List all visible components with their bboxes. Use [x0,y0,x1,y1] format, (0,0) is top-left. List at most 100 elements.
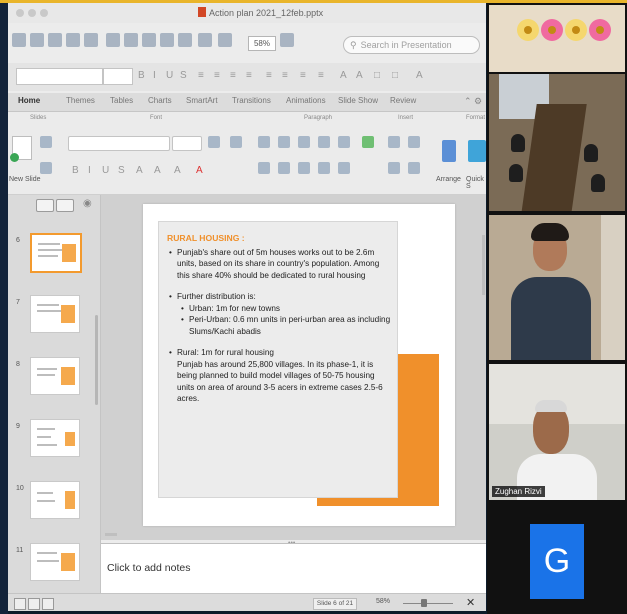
fit-to-window-icon[interactable]: ✕ [466,596,475,609]
slide-thumbnail-9[interactable] [30,419,80,457]
zoom-slider-track[interactable] [403,603,453,604]
arrange-button[interactable]: Arrange [436,176,461,183]
print-icon[interactable] [84,33,98,47]
justify-icon[interactable]: ≡ [246,70,252,81]
participant-tile-camera-1[interactable] [489,215,625,360]
slide-horizontal-scrollbar[interactable] [105,533,117,536]
copy-icon[interactable] [124,33,138,47]
slide-vertical-scrollbar[interactable] [482,235,485,295]
ribbon-justify-icon[interactable] [318,162,330,174]
font-size-field[interactable] [103,68,133,85]
search-field[interactable]: ⚲ Search in Presentation [343,36,480,54]
ribbon-change-case-icon[interactable]: A [154,165,161,176]
slide-sorter-icon[interactable] [28,598,40,610]
close-window-button[interactable] [16,9,24,17]
tab-themes[interactable]: Themes [66,96,95,105]
ribbon-align-left-icon[interactable] [258,162,270,174]
collapse-ribbon-icon[interactable]: ⌃ ⚙ [464,96,482,107]
decrease-font-icon[interactable]: A [356,70,363,81]
templates-icon[interactable] [30,33,44,47]
new-file-icon[interactable] [12,33,26,47]
tab-tables[interactable]: Tables [110,96,133,105]
format-painter-icon[interactable] [160,33,174,47]
numbering-icon[interactable]: ≡ [282,70,288,81]
normal-view-icon[interactable] [14,598,26,610]
ribbon-align-center-icon[interactable] [278,162,290,174]
slide-thumbnail-8[interactable] [30,357,80,395]
underline-icon[interactable]: U [166,70,173,81]
strikethrough-icon[interactable]: S [180,70,187,81]
tab-home[interactable]: Home [18,96,40,105]
ribbon-font-color-icon[interactable]: A [196,165,203,176]
participant-tile-camera-2[interactable]: Zughan Rizvi [489,364,625,500]
ribbon-highlight-icon[interactable]: A [174,165,181,176]
ribbon-bold-icon[interactable]: B [72,165,79,176]
ribbon-superscript-icon[interactable]: A [136,165,143,176]
quick-styles-icon[interactable] [468,140,486,162]
ribbon-underline-icon[interactable]: U [102,165,109,176]
new-slide-button[interactable]: New Slide [9,176,41,183]
tab-transitions[interactable]: Transitions [232,96,271,105]
ribbon-text-box-icon[interactable] [388,136,400,148]
outdent-icon[interactable]: ≡ [318,70,324,81]
outline-view-toggle[interactable] [56,199,74,212]
ribbon-font-name[interactable] [68,136,170,151]
quick-styles-button[interactable]: Quick S [466,176,486,190]
tab-smartart[interactable]: SmartArt [186,96,218,105]
participant-tile-avatar[interactable]: G [489,506,625,614]
align-left-icon[interactable]: ≡ [198,70,204,81]
participant-tile-flowers[interactable] [489,5,625,72]
slides-view-toggle[interactable] [36,199,54,212]
section-icon[interactable] [40,162,52,174]
ribbon-clear-format-icon[interactable] [230,136,242,148]
new-slide-icon[interactable] [10,136,32,162]
ribbon-strike-icon[interactable]: S [118,165,125,176]
font-name-field[interactable] [16,68,103,85]
minimize-window-button[interactable] [28,9,36,17]
current-slide[interactable]: RURAL HOUSING : Punjab's share out of 5m… [143,204,455,526]
layout-icon[interactable] [40,136,52,148]
tab-charts[interactable]: Charts [148,96,172,105]
slide-thumbnail-10[interactable] [30,481,80,519]
paste-icon[interactable] [142,33,156,47]
ribbon-shape-icon[interactable] [388,162,400,174]
bullets-icon[interactable]: ≡ [266,70,272,81]
ribbon-align-right-icon[interactable] [298,162,310,174]
gallery-icon[interactable] [218,33,232,47]
ribbon-columns-icon[interactable] [338,136,350,148]
slide-thumbnail-6[interactable] [30,233,82,273]
ribbon-italic-icon[interactable]: I [88,165,91,176]
slide-show-icon[interactable] [42,598,54,610]
undo-icon[interactable] [178,33,192,47]
cut-icon[interactable] [106,33,120,47]
tab-animations[interactable]: Animations [286,96,326,105]
text-box-icon[interactable]: □ [374,70,380,81]
arrange-icon[interactable] [442,140,456,162]
tab-review[interactable]: Review [390,96,416,105]
ribbon-picture-icon[interactable] [408,136,420,148]
bold-icon[interactable]: B [138,70,145,81]
ribbon-outdent-icon[interactable] [298,136,310,148]
italic-icon[interactable]: I [153,70,156,81]
indent-icon[interactable]: ≡ [300,70,306,81]
notes-pane[interactable]: Click to add notes [101,543,486,594]
close-pane-icon[interactable]: ◉ [83,198,92,209]
zoom-field[interactable]: 58% [248,36,276,51]
ribbon-numbering-icon[interactable] [278,136,290,148]
slide-thumbnail-7[interactable] [30,295,80,333]
tab-slide-show[interactable]: Slide Show [338,96,378,105]
redo-icon[interactable] [198,33,212,47]
align-center-icon[interactable]: ≡ [214,70,220,81]
zoom-slider-handle[interactable] [421,599,427,607]
ribbon-indent-icon[interactable] [318,136,330,148]
slide-text-box[interactable]: RURAL HOUSING : Punjab's share out of 5m… [158,221,398,498]
ribbon-font-size[interactable] [172,136,202,151]
slide-thumbnail-11[interactable] [30,543,80,581]
thumbnails-scrollbar[interactable] [95,315,98,405]
ribbon-media-icon[interactable] [408,162,420,174]
ribbon-text-direction-icon[interactable] [338,162,350,174]
ribbon-bullets-icon[interactable] [258,136,270,148]
save-icon[interactable] [66,33,80,47]
participant-tile-meeting-room[interactable] [489,74,625,211]
increase-font-icon[interactable]: A [340,70,347,81]
